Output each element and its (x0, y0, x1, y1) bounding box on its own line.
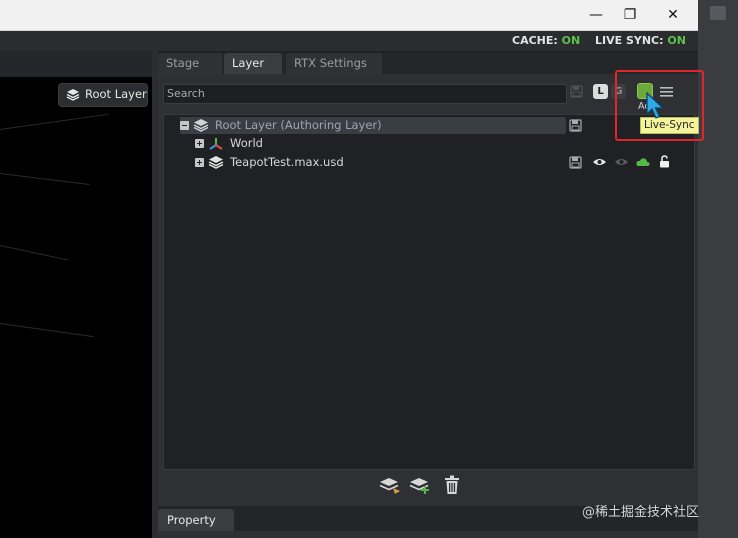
xform-icon (209, 138, 223, 150)
insert-sublayer-icon[interactable] (379, 477, 401, 495)
grid-line (0, 323, 95, 338)
layer-actions-bar (163, 469, 693, 502)
layers-icon (208, 156, 224, 169)
grid-line (0, 113, 109, 130)
eye-icon[interactable] (614, 157, 629, 167)
save-icon[interactable] (570, 85, 583, 98)
unlock-icon[interactable] (659, 155, 671, 168)
tree-row-teapot[interactable]: TeapotTest.max.usd (163, 153, 693, 171)
expand-toggle[interactable] (195, 139, 204, 148)
chat-icon (710, 6, 726, 20)
close-button[interactable]: ✕ (665, 7, 681, 23)
tree-row-label: Root Layer (Authoring Layer) (215, 118, 382, 132)
minimize-button[interactable]: — (588, 7, 604, 23)
property-panel (158, 531, 698, 538)
search-input[interactable] (167, 86, 559, 101)
tree-row-label: World (230, 136, 263, 150)
cloud-icon[interactable] (636, 158, 650, 166)
live-sync-label: LIVE SYNC: (595, 34, 664, 47)
root-layer-indicator[interactable]: Root Layer (58, 83, 148, 107)
live-sync-value: ON (667, 34, 686, 47)
cursor-icon (646, 92, 665, 119)
status-bar: CACHE: ON LIVE SYNC: ON (0, 31, 698, 63)
tab-layer[interactable]: Layer (224, 53, 282, 74)
grid-line (0, 245, 69, 261)
restore-button[interactable]: ❐ (622, 7, 638, 23)
trash-icon[interactable] (444, 475, 460, 495)
save-icon[interactable] (569, 156, 582, 169)
tab-rtx-settings[interactable]: RTX Settings (286, 53, 382, 74)
grid-line (0, 173, 90, 185)
viewport-toolbar (0, 51, 152, 77)
viewport[interactable] (0, 77, 152, 538)
window-titlebar: — ❐ ✕ (0, 0, 698, 31)
eye-icon[interactable] (592, 157, 607, 167)
root-layer-label: Root Layer (85, 87, 147, 101)
local-layer-button[interactable]: L (593, 84, 608, 99)
tab-stage[interactable]: Stage (158, 53, 222, 74)
expand-toggle[interactable] (195, 158, 204, 167)
watermark: @稀土掘金技术社区 (582, 505, 700, 520)
cache-label: CACHE: (512, 34, 558, 47)
tab-property[interactable]: Property (158, 509, 234, 531)
tree-row-label: TeapotTest.max.usd (230, 155, 344, 169)
layers-icon (66, 89, 80, 101)
search-field[interactable] (163, 84, 567, 104)
save-icon[interactable] (569, 119, 582, 132)
cache-status: CACHE: ON (512, 31, 580, 51)
right-edge-strip (698, 0, 738, 538)
collapse-toggle[interactable] (180, 121, 189, 130)
layers-icon (193, 119, 209, 132)
live-sync-status: LIVE SYNC: ON (595, 31, 698, 63)
tree-row-world[interactable]: World (163, 134, 693, 152)
tree-row-root-layer[interactable]: Root Layer (Authoring Layer) (163, 116, 693, 134)
cache-value: ON (561, 34, 581, 47)
create-sublayer-icon[interactable] (409, 477, 431, 495)
